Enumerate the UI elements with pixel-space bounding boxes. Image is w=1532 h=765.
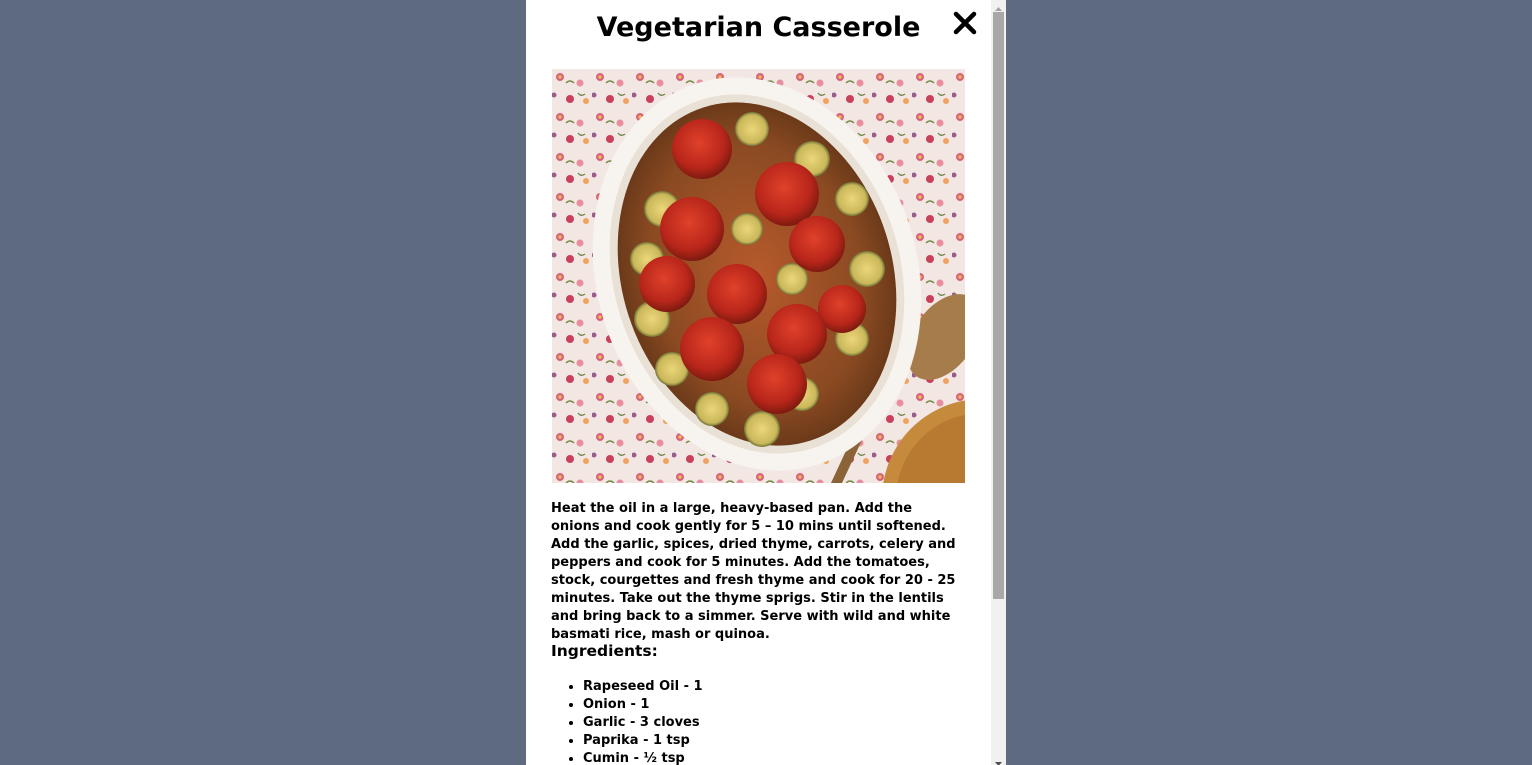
ingredient-item: Garlic - 3 cloves	[583, 714, 703, 732]
scroll-up-arrow-icon[interactable]	[991, 0, 1006, 11]
close-icon	[953, 11, 977, 35]
scroll-down-arrow-icon[interactable]	[991, 754, 1006, 765]
recipe-modal: Vegetarian Casserole Heat the oil in a l…	[526, 0, 1006, 765]
ingredient-item: Cumin - ½ tsp	[583, 750, 703, 765]
close-button[interactable]	[952, 9, 978, 37]
ingredient-item: Paprika - 1 tsp	[583, 732, 703, 750]
modal-content: Vegetarian Casserole Heat the oil in a l…	[526, 0, 991, 765]
scrollbar[interactable]	[991, 0, 1006, 765]
recipe-title: Vegetarian Casserole	[596, 12, 921, 43]
ingredient-item: Onion - 1	[583, 696, 703, 714]
ingredients-heading: Ingredients:	[551, 642, 658, 660]
recipe-method: Heat the oil in a large, heavy-based pan…	[551, 501, 956, 642]
ingredient-item: Rapeseed Oil - 1	[583, 678, 703, 696]
scroll-thumb[interactable]	[993, 12, 1004, 599]
ingredients-list: Rapeseed Oil - 1 Onion - 1 Garlic - 3 cl…	[551, 678, 703, 765]
recipe-image	[552, 69, 965, 483]
